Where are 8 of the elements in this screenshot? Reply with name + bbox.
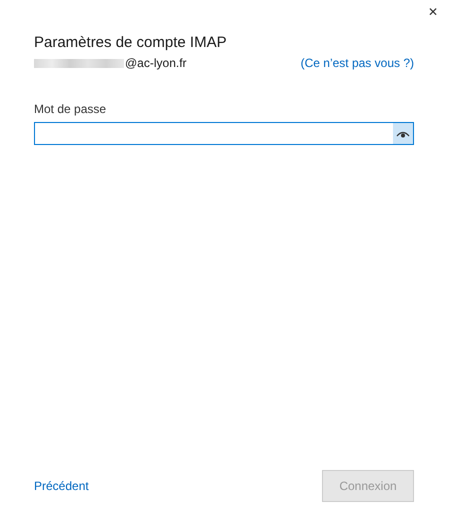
close-button[interactable]: ✕ [424,0,442,24]
password-label: Mot de passe [34,102,108,116]
eye-icon[interactable] [393,123,413,144]
back-link[interactable]: Précédent [34,479,89,493]
password-field[interactable] [34,122,414,145]
account-email: @ac-lyon.fr [125,56,187,70]
dialog-title: Paramètres de compte IMAP [34,33,228,53]
not-you-link[interactable]: (Ce n’est pas vous ?) [300,56,414,70]
